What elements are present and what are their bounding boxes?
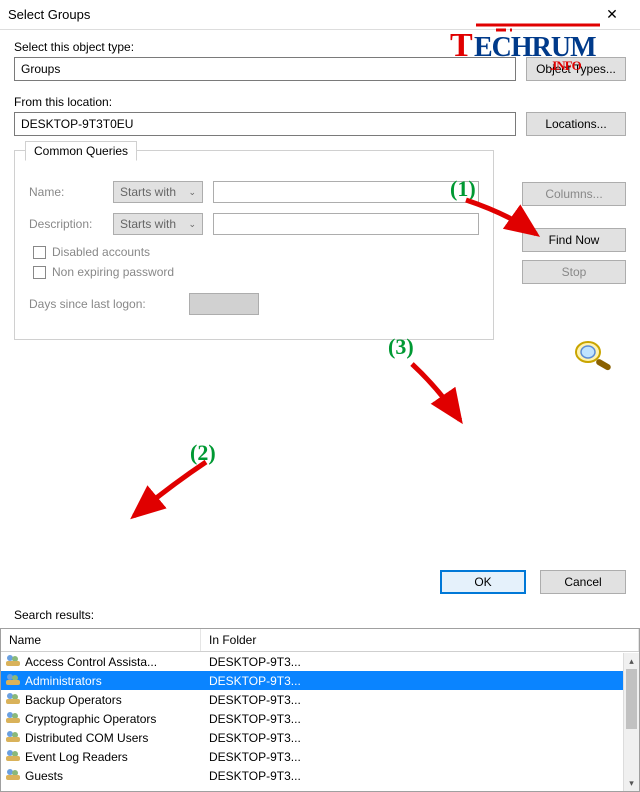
techrum-logo: T ECHRUM .INFO	[450, 22, 620, 72]
column-header-folder[interactable]: In Folder	[201, 629, 639, 651]
annotation-arrow-3	[398, 358, 488, 438]
name-mode-combo[interactable]: Starts with ⌄	[113, 181, 203, 203]
group-icon	[5, 710, 21, 727]
stop-button[interactable]: Stop	[522, 260, 626, 284]
group-icon	[5, 672, 21, 689]
scroll-thumb[interactable]	[626, 669, 637, 729]
location-label: From this location:	[14, 95, 626, 109]
results-header: Name In Folder	[1, 629, 639, 652]
search-icon	[572, 338, 616, 375]
name-filter-label: Name:	[29, 185, 103, 199]
row-name: Access Control Assista...	[25, 655, 157, 669]
ok-button[interactable]: OK	[440, 570, 526, 594]
group-icon	[5, 767, 21, 784]
table-row[interactable]: Distributed COM Users DESKTOP-9T3...	[1, 728, 639, 747]
dialog-action-row: OK Cancel	[0, 562, 640, 604]
days-since-logon-label: Days since last logon:	[29, 297, 179, 311]
description-filter-label: Description:	[29, 217, 103, 231]
table-row[interactable]: Event Log Readers DESKTOP-9T3...	[1, 747, 639, 766]
columns-button[interactable]: Columns...	[522, 182, 626, 206]
side-button-column: Columns... Find Now Stop	[522, 182, 626, 284]
find-now-button[interactable]: Find Now	[522, 228, 626, 252]
group-icon	[5, 748, 21, 765]
group-icon	[5, 653, 21, 670]
days-since-logon-combo[interactable]	[189, 293, 259, 315]
group-icon	[5, 729, 21, 746]
annotation-3: (3)	[388, 334, 414, 360]
disabled-accounts-checkbox[interactable]: Disabled accounts	[33, 245, 479, 259]
row-folder: DESKTOP-9T3...	[201, 693, 639, 707]
search-results-list[interactable]: Name In Folder Access Control Assista...…	[0, 628, 640, 792]
row-folder: DESKTOP-9T3...	[201, 655, 639, 669]
row-folder: DESKTOP-9T3...	[201, 750, 639, 764]
table-row[interactable]: Guests DESKTOP-9T3...	[1, 766, 639, 785]
window-title: Select Groups	[8, 7, 592, 22]
row-name: Event Log Readers	[25, 750, 128, 764]
description-mode-combo[interactable]: Starts with ⌄	[113, 213, 203, 235]
annotation-1: (1)	[450, 176, 476, 202]
locations-button[interactable]: Locations...	[526, 112, 626, 136]
row-name: Administrators	[25, 674, 102, 688]
chevron-down-icon: ⌄	[188, 219, 196, 230]
common-queries-group: Common Queries Name: Starts with ⌄ Descr…	[14, 150, 494, 340]
name-filter-input[interactable]	[213, 181, 479, 203]
table-row[interactable]: Cryptographic Operators DESKTOP-9T3...	[1, 709, 639, 728]
group-icon	[5, 691, 21, 708]
scroll-down-icon[interactable]: ▾	[624, 775, 639, 791]
location-field[interactable]: DESKTOP-9T3T0EU	[14, 112, 516, 136]
search-results-label: Search results:	[0, 604, 640, 628]
chevron-down-icon: ⌄	[188, 187, 196, 198]
results-scrollbar[interactable]: ▴ ▾	[623, 653, 639, 791]
checkbox-icon	[33, 246, 46, 259]
svg-text:.INFO: .INFO	[550, 58, 582, 72]
row-folder: DESKTOP-9T3...	[201, 674, 639, 688]
table-row[interactable]: Administrators DESKTOP-9T3...	[1, 671, 639, 690]
non-expiring-password-checkbox[interactable]: Non expiring password	[33, 265, 479, 279]
row-folder: DESKTOP-9T3...	[201, 712, 639, 726]
column-header-name[interactable]: Name	[1, 629, 201, 651]
row-name: Guests	[25, 769, 63, 783]
svg-text:T: T	[450, 27, 473, 64]
common-queries-legend: Common Queries	[25, 141, 137, 161]
annotation-arrow-2	[120, 456, 230, 536]
row-folder: DESKTOP-9T3...	[201, 731, 639, 745]
cancel-button[interactable]: Cancel	[540, 570, 626, 594]
table-row[interactable]: Backup Operators DESKTOP-9T3...	[1, 690, 639, 709]
row-name: Cryptographic Operators	[25, 712, 156, 726]
scroll-up-icon[interactable]: ▴	[624, 653, 639, 669]
description-filter-input[interactable]	[213, 213, 479, 235]
row-name: Backup Operators	[25, 693, 122, 707]
row-folder: DESKTOP-9T3...	[201, 769, 639, 783]
checkbox-icon	[33, 266, 46, 279]
row-name: Distributed COM Users	[25, 731, 148, 745]
object-type-field[interactable]: Groups	[14, 57, 516, 81]
annotation-2: (2)	[190, 440, 216, 466]
table-row[interactable]: Access Control Assista... DESKTOP-9T3...	[1, 652, 639, 671]
